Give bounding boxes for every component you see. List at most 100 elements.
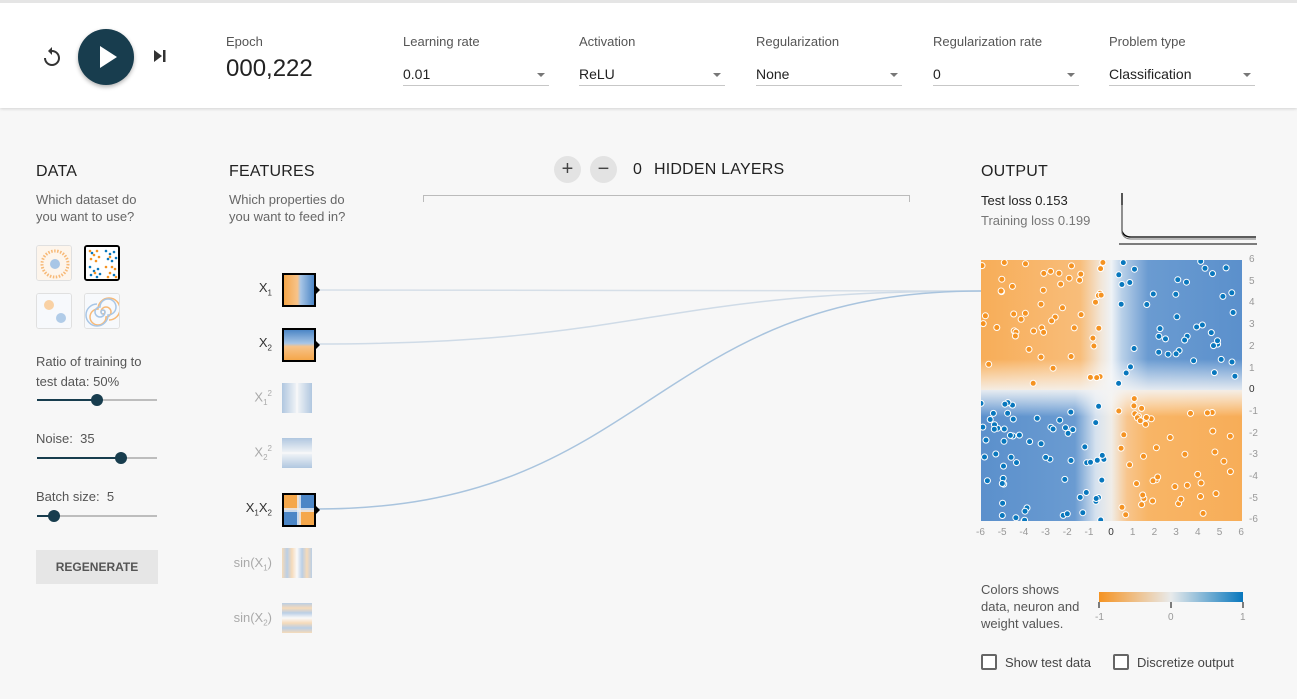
y-tick-label: -4 (1249, 471, 1258, 482)
output-title: OUTPUT (981, 163, 1048, 180)
y-tick-label: -3 (1249, 449, 1258, 461)
data-point (1172, 350, 1180, 358)
feature-x1-squared[interactable] (282, 383, 316, 417)
data-point (1226, 432, 1234, 440)
x-tick-label: -5 (997, 527, 1007, 538)
data-point (981, 320, 987, 328)
data-point (1143, 301, 1151, 308)
x-tick-label: -4 (1019, 527, 1029, 538)
y-tick-label: -2 (1249, 427, 1258, 439)
data-point (1086, 373, 1094, 381)
data-point (1007, 453, 1015, 461)
data-point (1171, 483, 1179, 491)
data-point (1055, 269, 1063, 277)
data-point (981, 312, 989, 320)
data-point (1047, 267, 1055, 275)
data-point (985, 360, 993, 368)
data-point (983, 477, 991, 485)
data-point (1209, 427, 1217, 435)
feature-x1x2[interactable] (282, 493, 320, 527)
data-point (1164, 350, 1172, 358)
data-point (1219, 292, 1227, 300)
color-scale-bar (1098, 592, 1244, 608)
data-point (1097, 291, 1105, 299)
data-point (1214, 337, 1221, 345)
feature-label-x2-squared: X22 (254, 444, 272, 462)
data-point (1048, 317, 1056, 325)
add-layer-button[interactable]: + (554, 156, 581, 183)
output-port-icon (315, 505, 320, 515)
data-point (1029, 379, 1037, 387)
feature-x1-squared-heatmap (282, 383, 312, 413)
data-point (1177, 495, 1185, 503)
data-point (1067, 408, 1075, 416)
data-point (1154, 473, 1162, 481)
data-point (1037, 300, 1045, 308)
data-point (1092, 298, 1099, 306)
x-tick-label: -6 (976, 527, 985, 538)
data-point (1149, 290, 1157, 298)
data-point (1197, 493, 1204, 500)
show-test-data-checkbox[interactable] (981, 654, 997, 670)
data-point (1197, 479, 1205, 487)
hidden-layer-count: 0 (633, 161, 642, 178)
data-point (1076, 276, 1084, 284)
data-point (1183, 278, 1190, 286)
data-point (1021, 507, 1029, 515)
data-point (1093, 374, 1101, 382)
data-point (1222, 264, 1230, 272)
data-point (998, 480, 1006, 487)
data-point (1209, 270, 1216, 278)
data-point (1138, 404, 1146, 412)
feature-x1[interactable] (282, 273, 320, 307)
data-point (1131, 265, 1138, 273)
data-point (1040, 269, 1048, 277)
data-point (1064, 429, 1072, 437)
hidden-layers-label: HIDDEN LAYERS (654, 161, 785, 178)
data-point (1119, 260, 1127, 267)
feature-sin-x2[interactable] (282, 603, 316, 637)
legend-tick-min: -1 (1095, 612, 1104, 623)
y-tick-label: 6 (1249, 254, 1255, 265)
data-point (1127, 363, 1134, 371)
data-point (1000, 437, 1008, 445)
data-point (1095, 402, 1103, 410)
data-point (1115, 271, 1123, 279)
remove-layer-button[interactable]: − (590, 156, 617, 183)
data-point (1025, 345, 1033, 353)
data-point (1120, 431, 1128, 439)
feature-x2-squared[interactable] (282, 438, 316, 472)
data-point (1022, 260, 1029, 268)
data-point (1130, 345, 1138, 352)
feature-sin-x1[interactable] (282, 548, 316, 582)
data-point (1013, 459, 1020, 467)
discretize-output-toggle[interactable]: Discretize output (1113, 654, 1234, 670)
data-point (1190, 357, 1198, 365)
data-point (981, 453, 988, 461)
data-point (1117, 444, 1125, 452)
data-point (1181, 336, 1189, 344)
y-tick-label: -5 (1249, 492, 1258, 504)
link-x1[interactable] (315, 289, 982, 292)
data-point (1092, 495, 1100, 502)
feature-x2[interactable] (282, 328, 320, 362)
feature-label-x1x2: X1X2 (245, 500, 272, 518)
data-point (1063, 510, 1071, 518)
data-point (1070, 324, 1078, 332)
data-point (982, 436, 990, 444)
data-point (1097, 265, 1105, 273)
data-point (1026, 438, 1034, 446)
data-point (1067, 457, 1075, 464)
data-point (1115, 379, 1123, 387)
data-point (1174, 276, 1182, 284)
output-heatmap[interactable] (981, 260, 1242, 521)
data-point (1042, 453, 1050, 461)
data-point (1130, 395, 1138, 403)
discretize-output-checkbox[interactable] (1113, 654, 1129, 670)
show-test-data-toggle[interactable]: Show test data (981, 654, 1091, 670)
training-loss: Training loss 0.199 (981, 213, 1091, 228)
x-tick-label: -2 (1062, 527, 1072, 538)
data-point (1226, 468, 1234, 476)
link-x1x2[interactable] (315, 290, 982, 510)
data-point (1090, 342, 1098, 350)
